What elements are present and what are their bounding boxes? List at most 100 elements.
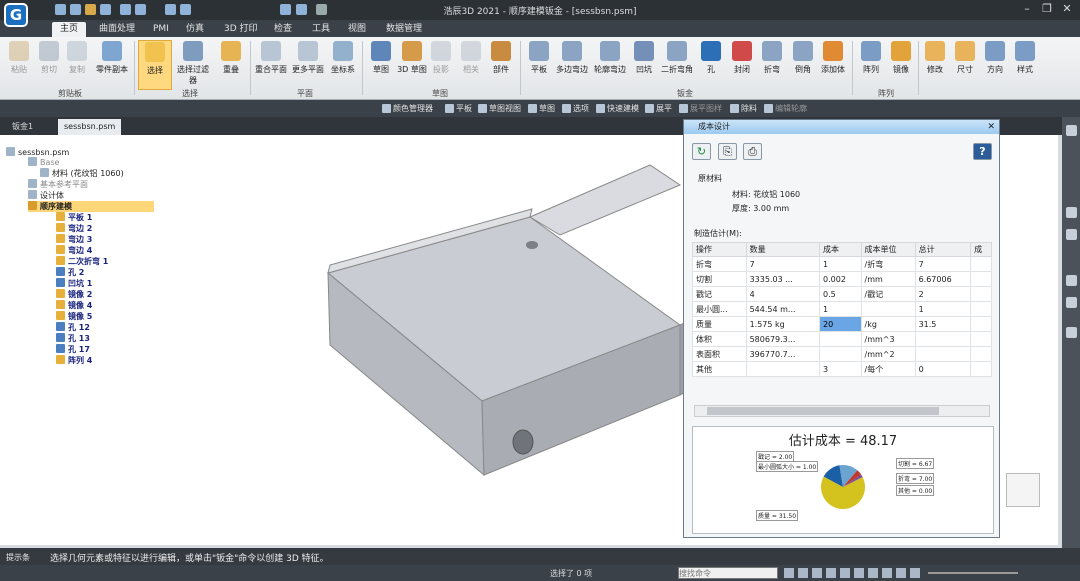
tab-view[interactable]: 视图 (340, 22, 374, 37)
tree-base[interactable]: Base (28, 157, 59, 168)
layer-icon[interactable] (1066, 125, 1077, 136)
tab-3dprint[interactable]: 3D 打印 (216, 22, 266, 37)
paste-button[interactable]: 粘贴 (2, 41, 36, 75)
table-row[interactable]: 其他 3/每个 0 (692, 361, 992, 377)
save-icon[interactable] (85, 4, 96, 15)
bend-button[interactable]: 折弯 (755, 41, 789, 75)
tree-feature[interactable]: 孔 13 (56, 333, 90, 344)
tab-tools[interactable]: 工具 (304, 22, 338, 37)
copy-panel-button[interactable]: ⎘ (718, 143, 737, 160)
undo-icon[interactable] (120, 4, 131, 15)
help-icon[interactable] (1066, 207, 1077, 218)
sketch-button[interactable]: 草图 (364, 41, 398, 75)
tree-ref-planes[interactable]: 基本参考平面 (28, 179, 88, 190)
close-tab-icon[interactable]: ✕ (135, 120, 143, 130)
print-panel-button[interactable]: ⎙ (743, 143, 762, 160)
modify-button[interactable]: 修改 (918, 41, 952, 75)
direction-button[interactable]: 方向 (978, 41, 1012, 75)
size-button[interactable]: 尺寸 (948, 41, 982, 75)
tab-pmi[interactable]: PMI (145, 22, 177, 37)
secondary-bend-button[interactable]: 二折弯角 (659, 41, 695, 75)
tree-feature[interactable]: 弯边 3 (56, 234, 93, 245)
part-copy-button[interactable]: 零件副本 (95, 41, 129, 75)
redo-icon[interactable] (135, 4, 146, 15)
help-button[interactable]: ? (973, 143, 992, 160)
tab-home[interactable]: 主页 (52, 22, 87, 37)
tree-feature[interactable]: 镜像 5 (56, 311, 93, 322)
doc-tab-sessbsn[interactable]: sessbsn.psm (58, 119, 122, 135)
view-cube[interactable] (1006, 473, 1040, 507)
profile-flange-button[interactable]: 轮廓弯边 (591, 41, 629, 75)
table-row[interactable]: 切割 3335.03 ... 0.002/mm 6.67006 (692, 271, 992, 287)
copy-button[interactable]: 复制 (60, 41, 94, 75)
zoom-slider[interactable] (928, 572, 1018, 574)
tree-feature[interactable]: 孔 12 (56, 322, 90, 333)
project-button[interactable]: 投影 (424, 41, 458, 75)
app-logo[interactable]: G (4, 3, 28, 27)
minimize-button[interactable]: – (1017, 2, 1037, 18)
table-row[interactable]: 最小圆... 544.54 m... 1 1 (692, 301, 992, 317)
tree-feature[interactable]: 孔 2 (56, 267, 85, 278)
sketch-view-button[interactable]: 草图视图 (476, 102, 524, 115)
close-corner-button[interactable]: 封闭 (725, 41, 759, 75)
contour-flange-button[interactable]: 多边弯边 (553, 41, 591, 75)
table-row[interactable]: 折弯 7 1/折弯 7 (692, 256, 992, 272)
tab-surfacing[interactable]: 曲面处理 (91, 22, 143, 37)
edit-profile-button[interactable]: 编辑轮廓 (762, 102, 810, 115)
tool2-icon[interactable] (296, 4, 307, 15)
panel-close-icon[interactable]: ✕ (987, 120, 995, 134)
table-row[interactable]: 戳记 4 0.5/戳记 2 (692, 286, 992, 302)
tree-feature[interactable]: 镜像 4 (56, 300, 93, 311)
tree-feature[interactable]: 二次折弯 1 (56, 256, 109, 267)
tab-simulation[interactable]: 仿真 (178, 22, 212, 37)
print-icon[interactable] (100, 4, 111, 15)
overlap-button[interactable]: 重叠 (214, 41, 248, 75)
doc-tab-sheetmetal1[interactable]: 钣金1 (6, 119, 39, 135)
select-arrow-icon[interactable] (316, 4, 327, 15)
tree-feature[interactable]: 平板 1 (56, 212, 93, 223)
tool-icon[interactable] (280, 4, 291, 15)
select-filter-button[interactable]: 选择过滤器 (174, 41, 212, 86)
layout-icon[interactable] (180, 4, 191, 15)
select-button[interactable]: 选择 (138, 40, 172, 90)
wrench-icon[interactable] (1066, 297, 1077, 308)
coincident-plane-button[interactable]: 重合平面 (254, 41, 288, 75)
cutout-button[interactable]: 除料 (728, 102, 760, 115)
tree-feature[interactable]: 镜像 2 (56, 289, 93, 300)
horizontal-scrollbar[interactable] (694, 405, 990, 417)
table-row[interactable]: 体积 580679.3.../mm^3 (692, 331, 992, 347)
tree-feature[interactable]: 孔 17 (56, 344, 90, 355)
tree-material[interactable]: 材料 (花纹铝 1060) (40, 168, 124, 179)
tree-seq-model[interactable]: 顺序建模 (28, 201, 154, 212)
flat-pattern-button[interactable]: 展平图样 (677, 102, 725, 115)
new-icon[interactable] (55, 4, 66, 15)
tree-feature[interactable]: 弯边 2 (56, 223, 93, 234)
corner-button[interactable]: 倒角 (786, 41, 820, 75)
quick-model-button[interactable]: 快速建模 (594, 102, 642, 115)
maximize-button[interactable]: ❐ (1037, 2, 1057, 18)
mass-cost-input[interactable]: 20 (819, 316, 862, 332)
settings-icon[interactable] (1066, 327, 1077, 338)
coord-system-button[interactable]: 坐标系 (326, 41, 360, 75)
flatten-button[interactable]: 展平 (643, 102, 675, 115)
color-icon[interactable] (1066, 275, 1077, 286)
add-body-button[interactable]: 添加体 (817, 41, 849, 75)
apply-button[interactable]: ↻ (692, 143, 711, 160)
tab-inspect[interactable]: 检查 (266, 22, 300, 37)
options-button[interactable]: 选项 (560, 102, 592, 115)
options-icon[interactable] (165, 4, 176, 15)
command-search-input[interactable] (678, 567, 778, 579)
sketch-toolbar-button[interactable]: 草图 (526, 102, 558, 115)
table-row[interactable]: 表面积 396770.7.../mm^2 (692, 346, 992, 362)
flat-toolbar-button[interactable]: 平板 (443, 102, 475, 115)
relation-button[interactable]: 相关 (454, 41, 488, 75)
view-tools[interactable] (784, 568, 924, 578)
component-button[interactable]: 部件 (484, 41, 518, 75)
model-icon[interactable] (1066, 229, 1077, 240)
array-button[interactable]: 阵列 (854, 41, 888, 75)
flat-button[interactable]: 平板 (522, 41, 556, 75)
dimple-button[interactable]: 凹坑 (627, 41, 661, 75)
style-button[interactable]: 样式 (1008, 41, 1042, 75)
tree-feature[interactable]: 凹坑 1 (56, 278, 93, 289)
mirror-button[interactable]: 镜像 (884, 41, 918, 75)
